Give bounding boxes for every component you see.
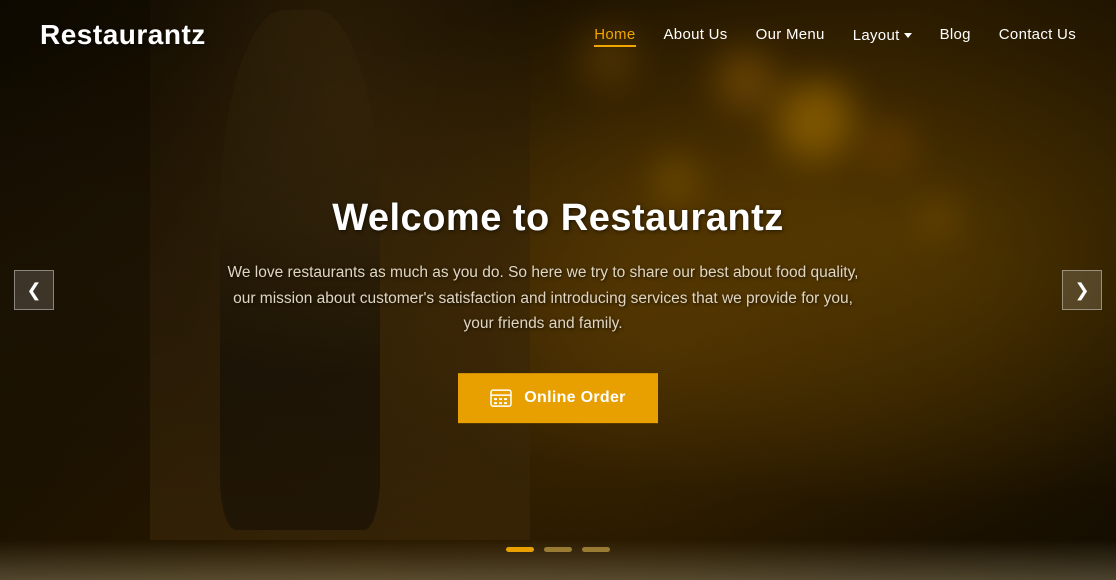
slider-dot-2[interactable] bbox=[544, 547, 572, 552]
slider-prev-button[interactable]: ❮ bbox=[14, 270, 54, 310]
nav-link-home[interactable]: Home bbox=[594, 26, 635, 47]
nav-item-layout[interactable]: Layout bbox=[853, 27, 912, 44]
nav-links: Home About Us Our Menu Layout Blog Conta… bbox=[594, 26, 1076, 44]
nav-link-layout[interactable]: Layout bbox=[853, 27, 912, 44]
nav-item-blog[interactable]: Blog bbox=[940, 26, 971, 44]
nav-link-contact[interactable]: Contact Us bbox=[999, 26, 1076, 43]
slider-dots bbox=[506, 547, 610, 552]
nav-link-menu[interactable]: Our Menu bbox=[756, 26, 825, 43]
bottom-peek bbox=[0, 540, 1116, 580]
cta-label: Online Order bbox=[524, 389, 625, 407]
nav-item-contact[interactable]: Contact Us bbox=[999, 26, 1076, 44]
order-icon bbox=[490, 387, 512, 409]
nav-link-about[interactable]: About Us bbox=[664, 26, 728, 43]
nav-item-menu[interactable]: Our Menu bbox=[756, 26, 825, 44]
nav-link-blog[interactable]: Blog bbox=[940, 26, 971, 43]
hero-content: Welcome to Restaurantz We love restauran… bbox=[218, 197, 898, 423]
chevron-down-icon bbox=[904, 33, 912, 38]
nav-item-home[interactable]: Home bbox=[594, 26, 635, 44]
nav-item-about[interactable]: About Us bbox=[664, 26, 728, 44]
navbar: Restaurantz Home About Us Our Menu Layou… bbox=[0, 0, 1116, 70]
slider-dot-1[interactable] bbox=[506, 547, 534, 552]
hero-title: Welcome to Restaurantz bbox=[218, 197, 898, 240]
slider-next-button[interactable]: ❯ bbox=[1062, 270, 1102, 310]
hero-section: Restaurantz Home About Us Our Menu Layou… bbox=[0, 0, 1116, 580]
slider-dot-3[interactable] bbox=[582, 547, 610, 552]
cta-order-button[interactable]: Online Order bbox=[458, 373, 657, 423]
site-logo[interactable]: Restaurantz bbox=[40, 19, 206, 51]
hero-subtitle: We love restaurants as much as you do. S… bbox=[218, 260, 868, 337]
